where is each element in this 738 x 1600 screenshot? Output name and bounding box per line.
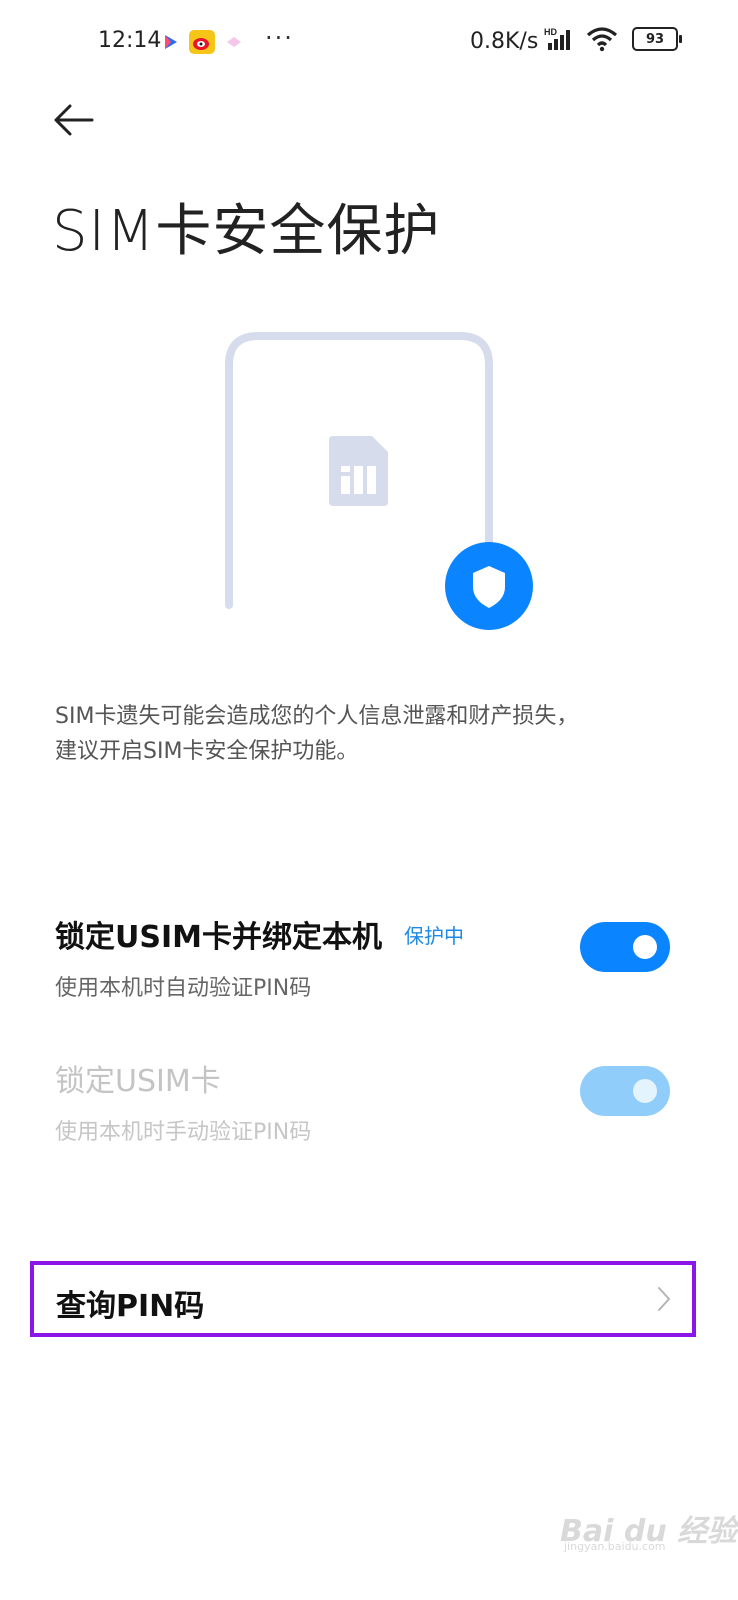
description: SIM卡遗失可能会造成您的个人信息泄露和财产损失， 建议开启SIM卡安全保护功能… — [55, 699, 695, 769]
watermark: Bai du 经验 jingyan.baidu.com — [560, 1506, 737, 1553]
sim-protection-illustration — [225, 332, 533, 630]
weibo-app-icon — [189, 30, 215, 54]
query-pin-label: 查询PIN码 — [56, 1289, 205, 1324]
shield-icon — [445, 542, 533, 630]
wifi-icon — [586, 27, 618, 52]
chevron-right-icon — [658, 1287, 671, 1311]
notification-icons — [163, 30, 243, 54]
toggle-knob — [633, 1079, 657, 1103]
lock-usim-toggle — [580, 1066, 670, 1116]
toggle-knob — [633, 935, 657, 959]
lock-usim-bind-toggle[interactable] — [580, 922, 670, 972]
setting-title: 锁定USIM卡并绑定本机 — [55, 920, 382, 955]
description-line-1: SIM卡遗失可能会造成您的个人信息泄露和财产损失， — [55, 704, 579, 729]
back-arrow-icon — [54, 104, 94, 136]
hd-label: HD — [544, 27, 557, 37]
query-pin-row[interactable]: 查询PIN码 — [30, 1261, 696, 1337]
page-title: SIM卡安全保护 — [52, 199, 441, 264]
sim-card-icon — [329, 436, 388, 506]
pink-app-icon — [227, 37, 241, 47]
status-badge: 保护中 — [403, 924, 464, 948]
battery-icon: 93 — [632, 27, 682, 51]
status-time: 12:14 — [98, 28, 162, 53]
watermark-url: jingyan.baidu.com — [564, 1540, 666, 1553]
signal-icon: HD — [544, 27, 570, 50]
status-bar: 12:14 ··· 0.8K/s HD 93 — [0, 0, 738, 86]
description-line-2: 建议开启SIM卡安全保护功能。 — [55, 739, 359, 764]
network-speed: 0.8K/s — [470, 29, 539, 54]
status-right-icons: HD 93 — [544, 26, 682, 52]
setting-subtitle: 使用本机时自动验证PIN码 — [55, 976, 312, 1001]
setting-subtitle: 使用本机时手动验证PIN码 — [55, 1120, 312, 1145]
video-app-icon — [165, 35, 177, 49]
more-notifications-icon: ··· — [265, 24, 294, 52]
back-button[interactable] — [52, 100, 96, 140]
